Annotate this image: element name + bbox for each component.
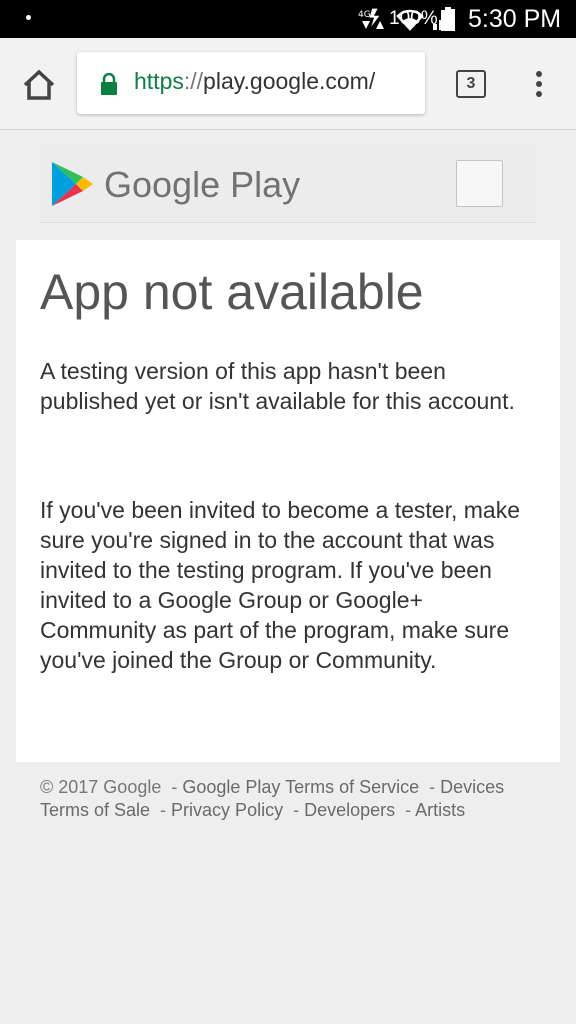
brand-title[interactable]: Google Play [104,164,300,206]
data-transfer-icon: 4G [358,8,384,29]
google-play-header: Google Play [40,144,536,223]
url-separator: :// [183,68,204,94]
lock-icon [101,73,117,95]
footer: © 2017 Google - Google Play Terms of Ser… [40,777,505,820]
overflow-menu-icon[interactable] [532,70,546,98]
google-play-logo-icon[interactable] [50,160,94,208]
battery-percent: 100% [389,8,438,29]
notification-dot-icon [26,15,31,20]
menu-toggle-button[interactable] [456,160,503,207]
status-bar: 4G 100% 5:30 PM [0,0,576,38]
home-icon[interactable] [22,69,56,101]
url-scheme: https [134,68,184,94]
tab-switcher-button[interactable]: 3 [456,70,486,98]
message-paragraph-2: If you've been invited to become a teste… [40,497,521,673]
link-developers[interactable]: Developers [304,800,395,820]
copyright: © 2017 Google [40,777,162,797]
url-text[interactable]: https://play.google.com/ [134,68,375,95]
browser-toolbar: https://play.google.com/ 3 [0,38,576,130]
link-artists[interactable]: Artists [415,800,465,820]
link-privacy-policy[interactable]: Privacy Policy [171,800,283,820]
page-title: App not available [40,264,424,320]
message-paragraph-1: A testing version of this app hasn't bee… [40,358,515,414]
url-host: play.google.com/ [203,68,376,94]
message-card: App not available A testing version of t… [16,240,560,762]
link-terms-of-service[interactable]: Google Play Terms of Service [182,777,419,797]
svg-text:4G: 4G [358,10,371,20]
battery-icon [441,7,455,31]
url-bar[interactable]: https://play.google.com/ [77,52,425,114]
clock: 5:30 PM [468,5,562,33]
